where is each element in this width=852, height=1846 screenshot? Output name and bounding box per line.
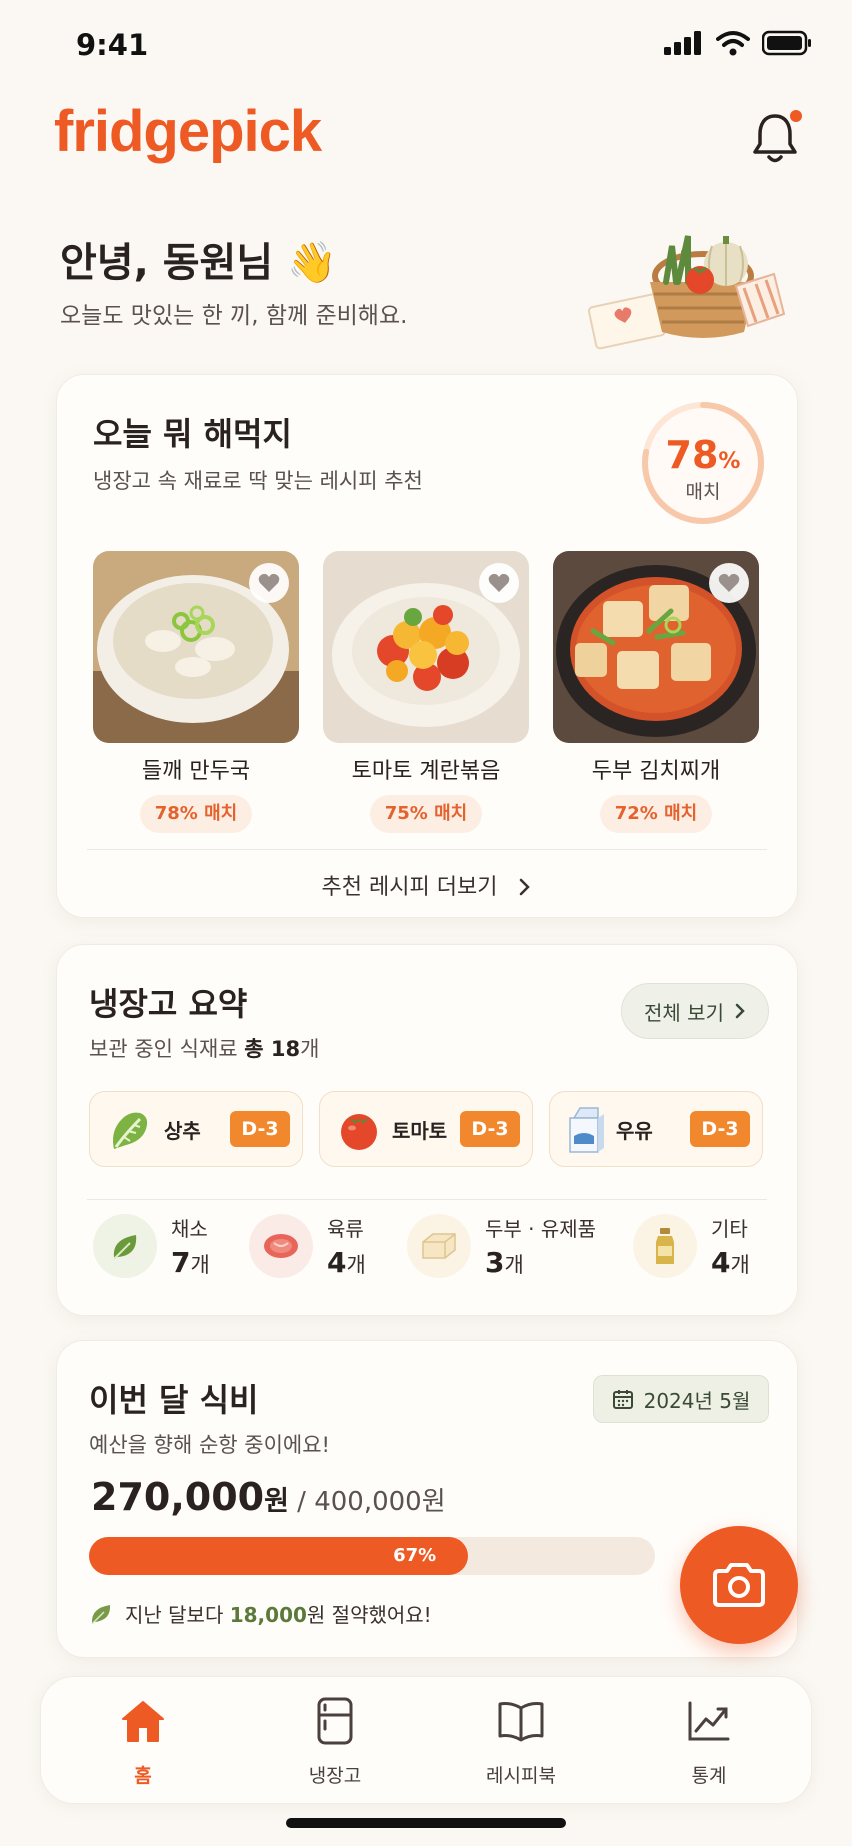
- milk-icon: [569, 1107, 604, 1153]
- tab-label: 홈: [134, 1765, 152, 1787]
- greeting-subtitle: 오늘도 맛있는 한 끼, 함께 준비해요.: [60, 303, 408, 329]
- tab-label: 레시피북: [486, 1765, 556, 1787]
- bottom-tab-bar: 홈 냉장고 레시피북 통계: [40, 1676, 812, 1804]
- more-recipes-link[interactable]: 추천 레시피 더보기: [57, 869, 797, 901]
- fridge-subtitle: 보관 중인 식재료 총 18개: [89, 1037, 320, 1061]
- chart-icon: [688, 1701, 730, 1741]
- wifi-icon: [716, 31, 750, 56]
- match-label: 매치: [685, 481, 721, 503]
- match-value: 78%: [665, 433, 741, 477]
- bottle-icon: [633, 1214, 697, 1278]
- tab-label: 통계: [691, 1765, 727, 1787]
- dday-badge: D-3: [690, 1111, 750, 1147]
- view-all-button[interactable]: 전체 보기: [621, 983, 769, 1039]
- category-count: 4개: [711, 1246, 750, 1279]
- favorite-heart-icon[interactable]: [709, 563, 749, 603]
- dday-badge: D-3: [230, 1111, 290, 1147]
- camera-scan-button[interactable]: [680, 1526, 798, 1644]
- category-name: 기타: [711, 1217, 748, 1241]
- expiring-item[interactable]: 토마토 D-3: [319, 1091, 533, 1167]
- tab-label: 냉장고: [308, 1765, 362, 1787]
- expiring-item-name: 상추: [164, 1118, 201, 1143]
- recipe-name: 두부 김치찌개: [591, 759, 721, 784]
- favorite-heart-icon[interactable]: [249, 563, 289, 603]
- fridge-title: 냉장고 요약: [89, 985, 248, 1023]
- budget-subtitle: 예산을 향해 순항 중이에요!: [89, 1433, 330, 1457]
- budget-progress-bar: 67%: [89, 1537, 655, 1575]
- recommend-title: 오늘 뭐 해먹지: [93, 415, 292, 453]
- recipe-name: 토마토 계란볶음: [351, 759, 501, 784]
- tab-recipe-book[interactable]: 레시피북: [451, 1693, 591, 1788]
- fridge-icon: [317, 1697, 353, 1745]
- recipe-match-badge: 78% 매치: [140, 795, 252, 833]
- tomato-icon: [341, 1114, 377, 1150]
- category-name: 채소: [171, 1217, 208, 1241]
- divider: [87, 849, 767, 850]
- lettuce-icon: [113, 1112, 148, 1149]
- budget-progress-fill: 67%: [89, 1537, 469, 1575]
- category-count: 4개: [327, 1246, 366, 1279]
- home-icon: [122, 1701, 164, 1742]
- fridge-summary-card: 냉장고 요약 보관 중인 식재료 총 18개 전체 보기 상추 D-3 토마토 …: [56, 944, 798, 1316]
- app-logo: fridgepick: [54, 99, 322, 164]
- expiring-item[interactable]: 상추 D-3: [89, 1091, 303, 1167]
- leaf-icon: [93, 1214, 157, 1278]
- expiring-item-name: 토마토: [392, 1118, 448, 1143]
- signal-icon: [664, 31, 701, 55]
- recipe-match-badge: 75% 매치: [370, 795, 482, 833]
- budget-amount: 270,000원 / 400,000원: [91, 1475, 446, 1519]
- status-icons: [664, 30, 812, 56]
- leaf-icon: [91, 1604, 111, 1625]
- recommend-subtitle: 냉장고 속 재료로 딱 맞는 레시피 추천: [93, 469, 423, 493]
- chevron-right-icon: [520, 878, 531, 896]
- battery-icon: [762, 30, 811, 56]
- recipe-image-dumpling-soup[interactable]: [93, 551, 299, 743]
- favorite-heart-icon[interactable]: [479, 563, 519, 603]
- category-count: 3개: [485, 1246, 524, 1279]
- recipe-image-tomato-egg[interactable]: [323, 551, 529, 743]
- month-selector[interactable]: 2024년 5월: [593, 1375, 769, 1423]
- chevron-right-icon: [735, 1003, 745, 1019]
- camera-icon: [713, 1563, 765, 1607]
- book-icon: [498, 1702, 544, 1742]
- category-count: 7개: [171, 1246, 210, 1279]
- tofu-icon: [407, 1214, 471, 1278]
- recipe-card[interactable]: 두부 김치찌개 72% 매치: [553, 551, 759, 833]
- recipe-card[interactable]: 토마토 계란볶음 75% 매치: [323, 551, 529, 833]
- category-name: 육류: [327, 1217, 364, 1241]
- meat-icon: [249, 1214, 313, 1278]
- recipe-match-badge: 72% 매치: [600, 795, 712, 833]
- calendar-icon: [612, 1390, 633, 1409]
- expiring-item-name: 우유: [616, 1118, 653, 1143]
- category-name: 두부 · 유제품: [485, 1217, 597, 1241]
- status-time: 9:41: [76, 28, 149, 62]
- recipe-card[interactable]: 들깨 만두국 78% 매치: [93, 551, 299, 833]
- greeting-title: 안녕, 동원님 👋: [60, 240, 337, 286]
- category-meat[interactable]: 육류 4개: [249, 1213, 366, 1279]
- tab-stats[interactable]: 통계: [639, 1693, 779, 1788]
- tab-fridge[interactable]: 냉장고: [265, 1693, 405, 1788]
- saving-message: 지난 달보다 18,000원 절약했어요!: [89, 1599, 432, 1628]
- home-indicator: [286, 1818, 566, 1828]
- divider: [87, 1199, 767, 1200]
- recommend-card: 오늘 뭐 해먹지 냉장고 속 재료로 딱 맞는 레시피 추천 78% 매치 들깨…: [56, 374, 798, 918]
- dday-badge: D-3: [460, 1111, 520, 1147]
- category-tofu-dairy[interactable]: 두부 · 유제품 3개: [407, 1213, 596, 1279]
- notification-dot: [790, 110, 802, 122]
- category-other[interactable]: 기타 4개: [633, 1213, 750, 1279]
- category-vegetable[interactable]: 채소 7개: [93, 1213, 210, 1279]
- tab-home[interactable]: 홈: [73, 1693, 213, 1788]
- expiring-item[interactable]: 우유 D-3: [549, 1091, 763, 1167]
- recipe-image-tofu-stew[interactable]: [553, 551, 759, 743]
- recipe-name: 들깨 만두국: [141, 759, 251, 784]
- budget-progress-label: 67%: [393, 1545, 437, 1566]
- vegetable-basket-illustration: [588, 235, 786, 350]
- budget-title: 이번 달 식비: [89, 1381, 259, 1419]
